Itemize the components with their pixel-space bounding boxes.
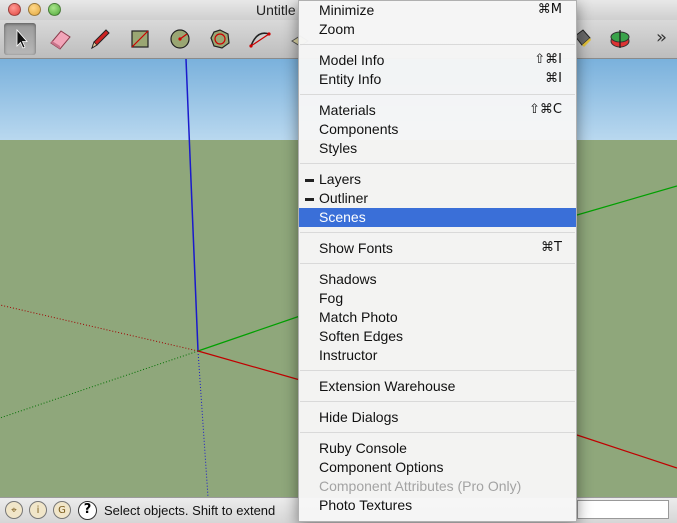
menu-item-label: Zoom [319, 21, 355, 37]
y-axis-line-right [576, 185, 677, 216]
menu-item-label: Entity Info [319, 71, 382, 87]
menu-separator [300, 401, 575, 402]
menu-item-label: Layers [319, 171, 362, 187]
menu-item-shortcut: ⌘M [537, 2, 562, 17]
menu-item-label: Shadows [319, 271, 377, 287]
menu-item-component-attributes-pro-only: Component Attributes (Pro Only) [299, 477, 576, 496]
menu-item-label: Extension Warehouse [319, 378, 456, 394]
menu-item-shortcut: ⇧⌘C [529, 102, 562, 117]
menu-item-fog[interactable]: Fog [299, 289, 576, 308]
y-axis-line [197, 315, 301, 352]
menu-item-show-fonts[interactable]: Show Fonts ⌘T [299, 239, 576, 258]
menu-item-label: Component Options [319, 459, 444, 475]
z-axis-negative-line [197, 350, 209, 498]
menu-item-shortcut: ⇧⌘I [534, 52, 562, 67]
y-axis-negative-line [0, 350, 199, 419]
menu-item-ruby-console[interactable]: Ruby Console [299, 439, 576, 458]
menu-separator [300, 232, 575, 233]
status-text: Select objects. Shift to extend [104, 503, 276, 518]
sign-in-icon[interactable]: G [53, 501, 71, 519]
menu-item-label: Match Photo [319, 309, 398, 325]
menu-item-materials[interactable]: Materials ⇧⌘C [299, 101, 576, 120]
menu-item-label: Materials [319, 102, 376, 118]
menu-item-shadows[interactable]: Shadows [299, 270, 576, 289]
menu-item-label: Soften Edges [319, 328, 404, 344]
menu-item-label: Component Attributes (Pro Only) [319, 478, 522, 494]
menu-item-component-options[interactable]: Component Options [299, 458, 576, 477]
menu-item-scenes[interactable]: Scenes [299, 208, 576, 227]
menu-item-layers[interactable]: Layers [299, 170, 576, 189]
credits-icon[interactable]: i [29, 501, 47, 519]
measurements-box[interactable] [577, 500, 669, 519]
checked-mark-icon [305, 198, 314, 201]
menu-separator [300, 432, 575, 433]
menu-item-label: Styles [319, 140, 358, 156]
menu-item-outliner[interactable]: Outliner [299, 189, 576, 208]
menu-separator [300, 370, 575, 371]
x-axis-line [197, 350, 301, 381]
menu-separator [300, 263, 575, 264]
menu-item-zoom[interactable]: Zoom [299, 20, 576, 39]
menu-item-model-info[interactable]: Model Info ⇧⌘I [299, 51, 576, 70]
menu-item-match-photo[interactable]: Match Photo [299, 308, 576, 327]
menu-separator [300, 44, 575, 45]
menu-separator [300, 94, 575, 95]
z-axis-line [185, 58, 199, 352]
menu-item-label: Minimize [319, 2, 375, 18]
x-axis-negative-line [0, 304, 199, 352]
menu-item-hide-dialogs[interactable]: Hide Dialogs [299, 408, 576, 427]
menu-item-photo-textures[interactable]: Photo Textures [299, 496, 576, 515]
menu-item-label: Scenes [319, 209, 366, 225]
menu-item-label: Model Info [319, 52, 385, 68]
menu-item-extension-warehouse[interactable]: Extension Warehouse [299, 377, 576, 396]
window-menu: Minimize ⌘M Zoom Model Info ⇧⌘I Entity Info ⌘I… [298, 0, 577, 522]
checked-mark-icon [305, 179, 314, 182]
menu-item-soften-edges[interactable]: Soften Edges [299, 327, 576, 346]
geo-location-icon[interactable]: ⌖ [5, 501, 23, 519]
menu-item-shortcut: ⌘T [541, 240, 562, 255]
menu-item-label: Photo Textures [319, 497, 413, 513]
menu-item-label: Ruby Console [319, 440, 407, 456]
menu-item-shortcut: ⌘I [545, 71, 562, 86]
menu-item-instructor[interactable]: Instructor [299, 346, 576, 365]
menu-item-label: Fog [319, 290, 344, 306]
menu-item-label: Instructor [319, 347, 378, 363]
menu-item-label: Show Fonts [319, 240, 393, 256]
menu-item-styles[interactable]: Styles [299, 139, 576, 158]
menu-item-label: Components [319, 121, 399, 137]
help-icon[interactable]: ? [78, 501, 97, 520]
menu-item-entity-info[interactable]: Entity Info ⌘I [299, 70, 576, 89]
menu-item-label: Outliner [319, 190, 369, 206]
x-axis-line-right [576, 434, 677, 469]
menu-separator [300, 163, 575, 164]
menu-item-components[interactable]: Components [299, 120, 576, 139]
menu-item-label: Hide Dialogs [319, 409, 399, 425]
menu-item-minimize[interactable]: Minimize ⌘M [299, 1, 576, 20]
